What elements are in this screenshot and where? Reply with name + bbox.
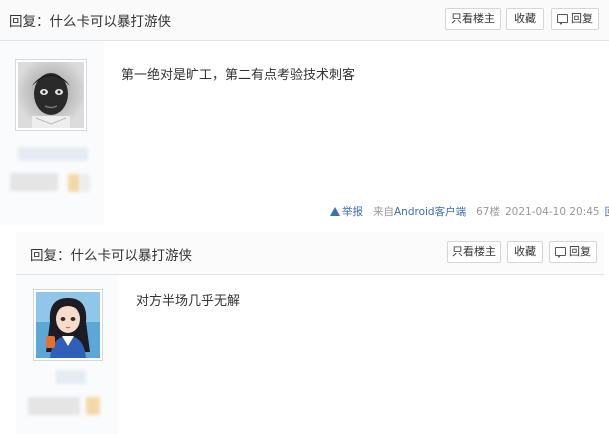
level-badge-blurred	[10, 173, 58, 191]
floor-number: 67楼	[476, 206, 500, 218]
level-number-blurred	[68, 174, 80, 192]
author-sidebar	[0, 41, 104, 225]
level-tail-blurred	[80, 174, 90, 192]
favorite-button[interactable]: 收藏	[506, 8, 544, 30]
report-link[interactable]: 举报	[330, 206, 368, 218]
only-op-button[interactable]: 只看楼主	[445, 8, 501, 30]
username-blurred	[56, 370, 86, 384]
only-op-button[interactable]: 只看楼主	[447, 241, 501, 263]
author-sidebar	[16, 275, 118, 434]
favorite-button[interactable]: 收藏	[507, 241, 543, 263]
post-title: 回复：什么卡可以暴打游侠	[30, 248, 192, 264]
reply-button-label: 回复	[571, 12, 593, 25]
avatar[interactable]	[33, 289, 103, 361]
client-source-link[interactable]: Android客户端	[394, 206, 466, 218]
level-number-blurred	[86, 397, 100, 415]
reply-post-67: 回复：什么卡可以暴打游侠 只看楼主 收藏 回复 第一绝对是旷工，第二有点考验技术…	[0, 0, 609, 225]
report-label: 举报	[342, 206, 363, 218]
comment-icon	[557, 14, 568, 25]
reply-button[interactable]: 回复	[551, 8, 599, 30]
post-time: 2021-04-10 20:45	[504, 206, 600, 218]
avatar-image	[18, 62, 84, 128]
post-content: 第一绝对是旷工，第二有点考验技术刺客	[121, 68, 356, 83]
avatar-image	[36, 292, 100, 358]
avatar[interactable]	[15, 59, 87, 131]
post-content: 对方半场几乎无解	[136, 294, 241, 309]
warning-icon	[330, 207, 340, 216]
post-header: 回复：什么卡可以暴打游侠 只看楼主 收藏 回复	[16, 232, 604, 275]
post-meta: 举报来自Android客户端 67楼 2021-04-10 20:45 回复	[330, 205, 609, 219]
post-title: 回复：什么卡可以暴打游侠	[9, 14, 171, 30]
level-badge-blurred	[28, 397, 80, 415]
client-source: 来自Android客户端	[373, 206, 467, 218]
reply-link[interactable]: 回复	[605, 206, 609, 218]
reply-button[interactable]: 回复	[549, 241, 597, 263]
reply-button-label: 回复	[569, 245, 591, 258]
reply-post-next: 回复：什么卡可以暴打游侠 只看楼主 收藏 回复 对方半场几乎无解	[0, 232, 609, 434]
post-header: 回复：什么卡可以暴打游侠 只看楼主 收藏 回复	[0, 0, 609, 41]
comment-icon	[555, 247, 566, 258]
username-blurred	[18, 147, 88, 161]
